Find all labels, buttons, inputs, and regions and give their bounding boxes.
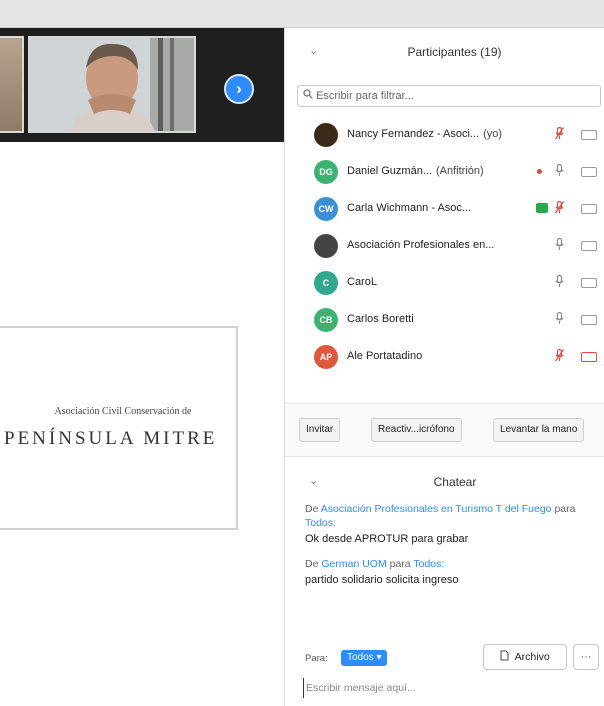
participant-row[interactable]: DG Daniel Guzmán... (Anfitrión) [285, 154, 604, 191]
participant-name-text: CaroL [347, 276, 377, 288]
participant-name: Daniel Guzmán... (Anfitrión) [347, 165, 484, 177]
participant-name: CaroL [347, 276, 377, 288]
participant-name: Carlos Boretti [347, 313, 414, 325]
recipient-label: Para: [305, 653, 328, 664]
reactivate-microphone-button[interactable]: Reactiv...icrófono [371, 418, 462, 442]
participant-row[interactable]: CW Carla Wichmann - Asoc... [285, 191, 604, 228]
video-gallery-strip: › [0, 28, 284, 142]
participant-name-text: Carlos Boretti [347, 313, 414, 325]
mic-muted-icon[interactable] [555, 126, 564, 143]
participant-row[interactable]: Nancy Fernandez - Asoci... (yo) [285, 117, 604, 154]
chat-recipient-row: Para: Todos ▾ Archivo ··· [305, 642, 601, 670]
chat-message-text: Ok desde APROTUR para grabar [305, 533, 469, 545]
participant-name: Carla Wichmann - Asoc... [347, 202, 471, 214]
participant-row[interactable]: AP Ale Portatadino [285, 339, 604, 376]
participants-search [297, 85, 601, 107]
participant-name-text: Daniel Guzmán... [347, 165, 432, 177]
participant-video-thumbnail[interactable] [0, 36, 24, 133]
chat-message: De Asociación Profesionales en Turismo T… [305, 502, 601, 545]
avatar: DG [314, 160, 338, 184]
participant-video-image [30, 38, 194, 131]
chat-title: Chatear [433, 475, 477, 489]
participant-name: Asociación Profesionales en... [347, 239, 494, 251]
chat-message-text: partido solidario solicita ingreso [305, 574, 459, 586]
shared-screen: Asociación Civil Conservación de PENÍNSU… [0, 326, 238, 530]
file-button-label: Archivo [514, 651, 550, 663]
message-sender[interactable]: Asociación Profesionales en Turismo T de… [321, 503, 552, 515]
participant-name-text: Asociación Profesionales en... [347, 239, 495, 251]
avatar: CB [314, 308, 338, 332]
participant-name-text: Nancy Fernandez - Asoci... [347, 128, 480, 140]
raise-hand-button[interactable]: Levantar la mano [493, 418, 585, 442]
invite-button[interactable]: Invitar [299, 418, 341, 442]
avatar [314, 123, 338, 147]
search-icon [303, 89, 313, 102]
side-panel: ⌄ Participantes (19) Nancy Fernandez - A… [284, 28, 604, 706]
avatar: CW [314, 197, 338, 221]
participants-list: Nancy Fernandez - Asoci... (yo) DG Daniel G… [285, 117, 604, 403]
chat-messages: De Asociación Profesionales en Turismo T… [305, 502, 601, 598]
video-off-icon[interactable] [581, 241, 597, 251]
mic-icon[interactable] [555, 274, 564, 291]
video-off-icon[interactable] [581, 352, 597, 362]
participant-name: Ale Portatadino [347, 350, 422, 362]
participant-role: (yo) [483, 128, 503, 140]
mic-icon[interactable] [555, 237, 564, 254]
org-subtitle: Asociación Civil Conservación de [54, 406, 192, 417]
window-top-bar [0, 0, 604, 28]
mic-icon[interactable] [555, 163, 564, 180]
video-off-icon[interactable] [581, 315, 597, 325]
participant-row[interactable]: Asociación Profesionales en... [285, 228, 604, 265]
message-recipient: Todos: [305, 517, 336, 529]
org-name: PENÍNSULA MITRE [4, 428, 218, 449]
participant-row[interactable]: C CaroL [285, 265, 604, 302]
chat-message-meta: De Asociación Profesionales en Turismo T… [305, 502, 601, 530]
message-sender[interactable]: German UOM [321, 558, 386, 570]
participant-role: (Anfitrión) [435, 165, 484, 177]
chat-message-meta: De German UOM para Todos: [305, 557, 601, 571]
message-recipient: Todos: [413, 558, 445, 570]
avatar [314, 234, 338, 258]
recording-icon [537, 169, 542, 174]
participants-title: Participantes (19) [407, 45, 502, 59]
screen-share-icon [536, 203, 548, 213]
participants-actions: Invitar Reactiv...icrófono Levantar la m… [285, 403, 604, 457]
message-prefix: De [305, 558, 319, 570]
message-connector: para [389, 558, 411, 570]
chat-header: ⌄ Chatear [285, 470, 604, 494]
more-options-button[interactable]: ··· [573, 644, 599, 670]
avatar: AP [314, 345, 338, 369]
participant-video-tile[interactable] [28, 36, 196, 133]
mic-muted-icon[interactable] [555, 200, 564, 217]
file-icon [500, 650, 514, 663]
participant-name-text: Ale Portatadino [347, 350, 423, 362]
video-off-icon[interactable] [581, 130, 597, 140]
recipient-select[interactable]: Todos ▾ [341, 650, 388, 666]
participants-header: ⌄ Participantes (19) [285, 28, 604, 78]
video-off-icon[interactable] [581, 278, 597, 288]
message-prefix: De [305, 503, 319, 515]
participant-name-text: Carla Wichmann - Asoc... [347, 202, 472, 214]
chat-message-input[interactable] [303, 678, 599, 698]
message-connector: para [554, 503, 576, 515]
avatar: C [314, 271, 338, 295]
video-off-icon[interactable] [581, 204, 597, 214]
mic-muted-icon[interactable] [555, 348, 564, 365]
next-page-button[interactable]: › [224, 74, 254, 104]
search-input[interactable] [316, 88, 596, 104]
mic-icon[interactable] [555, 311, 564, 328]
file-button[interactable]: Archivo [483, 644, 567, 670]
chat-message: De German UOM para Todos: partido solida… [305, 557, 601, 586]
participant-row[interactable]: CB Carlos Boretti [285, 302, 604, 339]
participant-name: Nancy Fernandez - Asoci... (yo) [347, 128, 502, 140]
video-off-icon[interactable] [581, 167, 597, 177]
